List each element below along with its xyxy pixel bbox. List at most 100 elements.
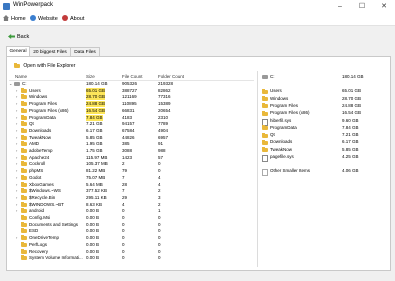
column-folder-count[interactable]: Folder Count bbox=[158, 74, 184, 79]
summary-item[interactable]: hiberfil.sys 9.60 GB bbox=[260, 118, 388, 126]
row-size: 1.75 GB bbox=[86, 148, 103, 153]
table-row[interactable]: › Users 65.01 GB 388727 82862 bbox=[9, 87, 254, 94]
summary-item[interactable]: Program Files 24.88 GB bbox=[260, 103, 388, 109]
expand-toggle[interactable]: › bbox=[16, 195, 17, 201]
summary-item[interactable]: Program Files (x86) 16.54 GB bbox=[260, 110, 388, 116]
expand-toggle[interactable]: › bbox=[16, 155, 17, 161]
table-row[interactable]: PerfLogs 0.00 B 0 0 bbox=[9, 241, 254, 248]
menu-website[interactable]: Website bbox=[30, 15, 58, 24]
table-row[interactable]: › $Recycle.Bin 295.11 KB 29 3 bbox=[9, 194, 254, 201]
table-row[interactable]: › TweakNow 5.85 GB 44826 6957 bbox=[9, 134, 254, 141]
row-file-count: 0 bbox=[122, 221, 125, 227]
table-row[interactable]: Documents and Settings 0.00 B 0 0 bbox=[9, 221, 254, 228]
table-row[interactable]: › $Windows.~WS 377.52 KB 7 2 bbox=[9, 188, 254, 194]
summary-item[interactable]: Downloads 6.17 GB bbox=[260, 139, 388, 145]
row-folder-count: 4904 bbox=[158, 127, 169, 133]
expand-toggle[interactable]: ⌄ bbox=[9, 81, 12, 87]
expand-toggle[interactable]: › bbox=[16, 188, 17, 194]
folder-icon bbox=[262, 139, 268, 145]
expand-toggle[interactable]: › bbox=[16, 141, 17, 147]
table-row[interactable]: › adobeTemp 1.75 GB 3088 988 bbox=[9, 148, 254, 154]
row-name: $Recycle.Bin bbox=[29, 194, 56, 200]
expand-toggle[interactable]: › bbox=[16, 168, 17, 174]
column-name[interactable]: Name bbox=[15, 74, 27, 79]
table-row[interactable]: › Program Files (x86) 16.54 GB 66831 20654 bbox=[9, 107, 254, 114]
summary-item-name: Downloads bbox=[270, 139, 293, 145]
table-row[interactable]: › Cockroll 105.37 MB 2 0 bbox=[9, 161, 254, 167]
row-size: 5.64 MB bbox=[86, 181, 103, 187]
table-row[interactable]: Recovery 0.00 B 0 0 bbox=[9, 248, 254, 255]
table-row[interactable]: ESD 0.00 B 0 0 bbox=[9, 228, 254, 234]
table-row[interactable]: System Volume Informati... 0.00 B 0 0 bbox=[9, 255, 254, 261]
row-name: $Windows.~WS bbox=[29, 188, 61, 194]
table-row[interactable]: › phpMS 81.22 MB 79 0 bbox=[9, 168, 254, 174]
row-name: phpMS bbox=[29, 168, 44, 174]
row-size: 65.01 GB bbox=[86, 87, 106, 94]
general-panel: Open with File Explorer Name Size File C… bbox=[6, 56, 391, 271]
open-explorer-button[interactable]: Open with File Explorer bbox=[14, 62, 75, 69]
close-button[interactable]: ✕ bbox=[374, 1, 394, 13]
summary-item[interactable]: C: 180.14 GB bbox=[260, 74, 388, 80]
row-file-count: 79 bbox=[122, 168, 128, 174]
expand-toggle[interactable]: › bbox=[16, 135, 17, 141]
summary-item-name: C: bbox=[270, 74, 275, 79]
row-file-count: 4183 bbox=[122, 114, 133, 120]
row-file-count: 67584 bbox=[122, 127, 135, 133]
summary-item[interactable]: Users 65.01 GB bbox=[260, 88, 388, 94]
back-button[interactable]: Back bbox=[8, 34, 29, 40]
expand-toggle[interactable]: › bbox=[16, 235, 17, 241]
table-row[interactable]: ⌄ C: 180.14 GB 905326 219328 bbox=[9, 81, 254, 87]
table-row[interactable]: › $WINDOWS.~BT 8.63 KB 4 2 bbox=[9, 201, 254, 208]
table-row[interactable]: › Program Files 24.88 GB 110895 15389 bbox=[9, 101, 254, 108]
summary-item-name: Program Files bbox=[270, 102, 299, 108]
summary-item[interactable]: ProgramData 7.84 GB bbox=[260, 125, 388, 131]
row-name: XboxGames bbox=[29, 181, 54, 187]
summary-item[interactable]: pagefile.sys 4.25 GB bbox=[260, 154, 388, 162]
menu-home[interactable]: Home bbox=[3, 15, 26, 24]
row-folder-count: 82862 bbox=[158, 87, 171, 93]
expand-toggle[interactable]: › bbox=[16, 175, 17, 181]
row-folder-count: 0 bbox=[158, 221, 161, 227]
table-row[interactable]: › AMD 1.95 GB 385 91 bbox=[9, 141, 254, 147]
maximize-button[interactable]: ☐ bbox=[352, 1, 372, 13]
table-row[interactable]: › android 0.00 B 0 1 bbox=[9, 208, 254, 214]
summary-item[interactable]: TweakNow 5.85 GB bbox=[260, 147, 388, 153]
expand-toggle[interactable]: › bbox=[16, 121, 17, 127]
summary-item[interactable]: Other Smaller Items 4.06 GB bbox=[260, 168, 388, 177]
expand-toggle[interactable]: › bbox=[16, 108, 17, 114]
table-row[interactable]: Config.Msi 0.00 B 0 0 bbox=[9, 215, 254, 221]
row-size: 6.17 GB bbox=[86, 127, 103, 133]
row-file-count: 1423 bbox=[122, 154, 133, 160]
expand-toggle[interactable]: › bbox=[16, 208, 17, 214]
folder-icon bbox=[21, 134, 27, 140]
column-file-count[interactable]: File Count bbox=[122, 74, 143, 79]
expand-toggle[interactable]: › bbox=[16, 161, 17, 167]
table-row[interactable]: › Windows 28.70 GB 121169 77316 bbox=[9, 94, 254, 101]
row-size: 105.37 MB bbox=[86, 161, 108, 167]
expand-toggle[interactable]: › bbox=[16, 101, 17, 107]
expand-toggle[interactable]: › bbox=[16, 94, 17, 100]
table-row[interactable]: › Downloads 6.17 GB 67584 4904 bbox=[9, 127, 254, 134]
column-size[interactable]: Size bbox=[86, 74, 95, 79]
table-row[interactable]: › Apache24 115.97 MB 1423 57 bbox=[9, 154, 254, 161]
folder-icon bbox=[262, 125, 268, 131]
expand-toggle[interactable]: › bbox=[16, 128, 17, 134]
summary-item[interactable]: Qt 7.21 GB bbox=[260, 132, 388, 138]
home-icon bbox=[3, 15, 9, 21]
expand-toggle[interactable]: › bbox=[16, 115, 17, 121]
expand-toggle[interactable]: › bbox=[16, 148, 17, 154]
expand-toggle[interactable]: › bbox=[16, 88, 17, 94]
table-row[interactable]: › Godot 75.07 MB 7 4 bbox=[9, 174, 254, 181]
table-row[interactable]: › XboxGames 5.64 MB 28 4 bbox=[9, 181, 254, 188]
expand-toggle[interactable]: › bbox=[16, 182, 17, 188]
summary-item[interactable]: Windows 28.70 GB bbox=[260, 96, 388, 102]
row-name: Apache24 bbox=[29, 154, 50, 160]
panel-splitter[interactable] bbox=[257, 71, 258, 267]
minimize-button[interactable]: – bbox=[330, 1, 350, 13]
table-row[interactable]: › OneDriveTemp 0.00 B 0 0 bbox=[9, 235, 254, 241]
expand-toggle[interactable]: › bbox=[16, 202, 17, 208]
menu-about[interactable]: About bbox=[62, 15, 84, 24]
table-row[interactable]: › ProgramData 7.84 GB 4183 2310 bbox=[9, 114, 254, 121]
table-row[interactable]: › Qt 7.21 GB 94157 7789 bbox=[9, 121, 254, 127]
status-bar bbox=[0, 273, 395, 281]
